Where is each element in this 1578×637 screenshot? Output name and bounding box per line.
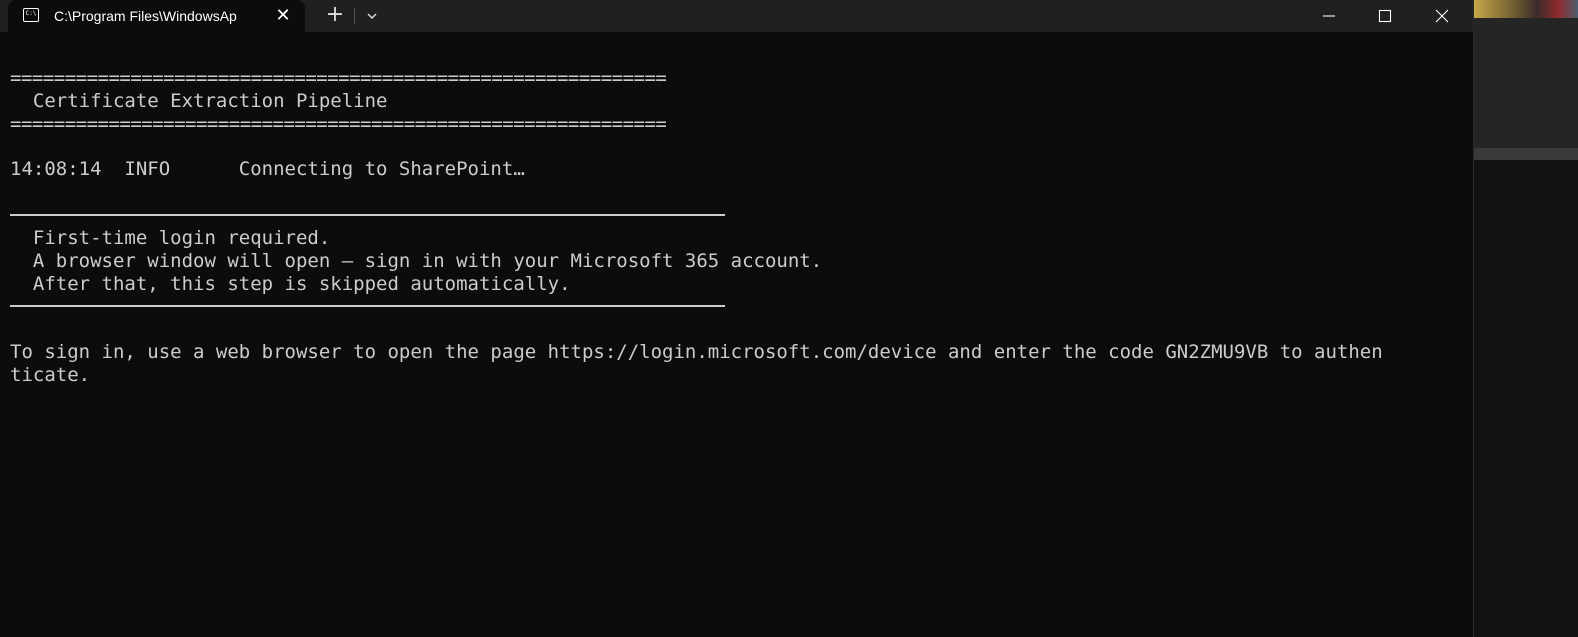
title-bar: C:\ C:\Program Files\WindowsAp ✕ + — [0, 0, 1473, 32]
console-output[interactable]: ========================================… — [0, 34, 1473, 637]
background-window — [1473, 0, 1578, 637]
close-tab-icon[interactable]: ✕ — [272, 5, 294, 27]
close-window-button[interactable] — [1419, 0, 1465, 32]
tab-active[interactable]: C:\ C:\Program Files\WindowsAp ✕ — [8, 0, 305, 32]
terminal-window: C:\ C:\Program Files\WindowsAp ✕ + =====… — [0, 0, 1473, 637]
background-panel — [1474, 18, 1578, 148]
tab-divider — [354, 8, 355, 24]
background-divider — [1474, 148, 1578, 160]
tab-title: C:\Program Files\WindowsAp — [54, 8, 237, 24]
background-thumbnail — [1474, 0, 1578, 18]
notice-line: First-time login required. — [10, 227, 331, 249]
new-tab-button[interactable]: + — [322, 3, 348, 29]
notice-line: After that, this step is skipped automat… — [10, 273, 571, 295]
notice-rule-bottom — [10, 305, 725, 307]
log-entry: 14:08:14 INFO Connecting to SharePoint… — [10, 158, 525, 180]
minimize-button[interactable] — [1306, 0, 1352, 32]
minimize-icon — [1323, 15, 1335, 17]
notice-rule-top — [10, 214, 725, 216]
device-code-message: To sign in, use a web browser to open th… — [10, 341, 1383, 363]
header-rule-top: ========================================… — [10, 67, 667, 89]
maximize-icon — [1378, 9, 1392, 23]
device-code-message-wrap: ticate. — [10, 364, 91, 386]
pipeline-title: Certificate Extraction Pipeline — [10, 90, 388, 112]
header-rule-bottom: ========================================… — [10, 113, 667, 135]
terminal-icon: C:\ — [23, 8, 39, 22]
notice-line: A browser window will open — sign in wit… — [10, 250, 823, 272]
close-icon — [1435, 9, 1449, 23]
maximize-button[interactable] — [1362, 0, 1408, 32]
chevron-down-icon[interactable] — [361, 5, 383, 27]
